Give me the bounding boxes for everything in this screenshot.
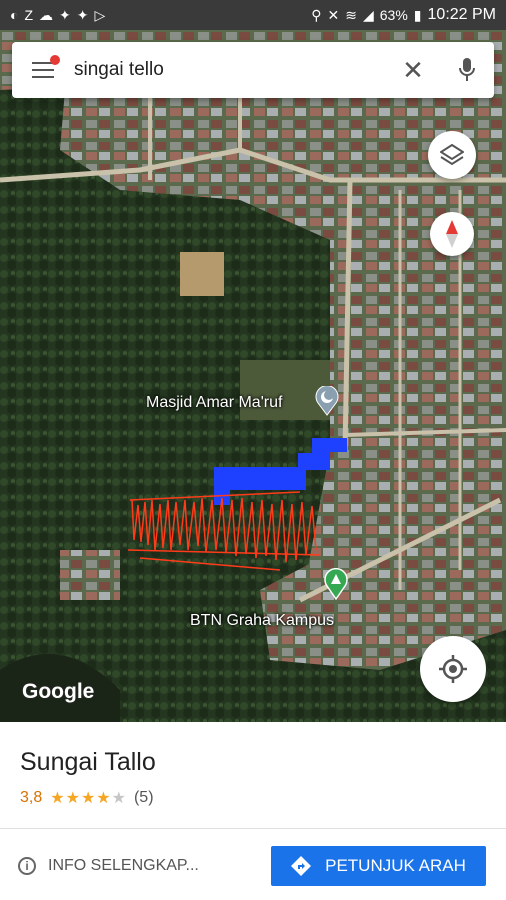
mute-icon: ✕ [327,7,340,23]
microphone-icon [459,58,475,81]
layers-icon [440,144,464,166]
search-input[interactable]: singai tello [74,59,386,81]
twitter-icon: ✦ [59,7,71,23]
directions-label: PETUNJUK ARAH [325,856,466,875]
star-icon: ★ [50,790,65,807]
directions-icon [291,856,312,876]
battery-percent: 63% [379,7,408,23]
place-title: Sungai Tallo [20,748,156,776]
location-icon: ⚲ [311,7,322,23]
play-icon: ▷ [94,7,106,23]
voice-search-button[interactable] [440,42,494,98]
data-saver-icon: ◐ [10,7,19,23]
menu-button[interactable] [12,42,74,98]
notification-dot [50,55,60,65]
my-location-button[interactable] [420,636,486,702]
more-info-button[interactable]: i INFO SELENGKAP... [18,848,199,884]
more-info-label: INFO SELENGKAP... [48,857,199,874]
star-icon: ★ [65,790,80,807]
z-icon: Z [24,7,34,23]
twitter-icon: ✦ [76,7,89,23]
map-view[interactable]: Masjid Amar Ma'ruf BTN Graha Kampus Goog… [0,30,506,722]
hamburger-icon [32,62,54,78]
star-icon: ★ [96,790,111,807]
layers-button[interactable] [428,131,476,179]
wifi-icon: ≋ [345,7,357,23]
review-count: (5) [133,789,154,806]
crosshair-icon [439,655,467,683]
star-icon: ★ [80,790,96,807]
compass-button[interactable] [430,212,474,256]
housing-label[interactable]: BTN Graha Kampus [190,612,334,630]
compass-icon [446,220,458,248]
rating-value: 3,8 [20,789,43,806]
clock: 10:22 PM [427,6,496,23]
info-icon: i [18,857,36,875]
battery-icon: ▮ [413,7,422,23]
star-empty-icon: ★ [111,790,126,807]
rating-row[interactable]: 3,8 ★ ★ ★ ★ ★ (5) [20,788,154,808]
clear-search-button[interactable]: ✕ [386,42,440,98]
google-logo: Google [22,680,95,703]
status-bar: ◐ Z ☁ ✦ ✦ ▷ ⚲ ✕ ≋ ◢ 63% ▮ 10:22 PM [0,0,506,30]
directions-button[interactable]: PETUNJUK ARAH [271,846,486,886]
divider [0,828,506,829]
search-bar[interactable]: singai tello ✕ [12,42,494,98]
status-right-icons: ⚲ ✕ ≋ ◢ 63% ▮ 10:22 PM [311,6,496,24]
close-icon: ✕ [402,54,424,85]
status-left-icons: ◐ Z ☁ ✦ ✦ ▷ [10,8,105,22]
cloud-icon: ☁ [39,7,54,23]
rating-stars: ★ ★ ★ ★ ★ [50,788,126,808]
signal-icon: ◢ [362,7,374,23]
mosque-label[interactable]: Masjid Amar Ma'ruf [146,394,282,412]
